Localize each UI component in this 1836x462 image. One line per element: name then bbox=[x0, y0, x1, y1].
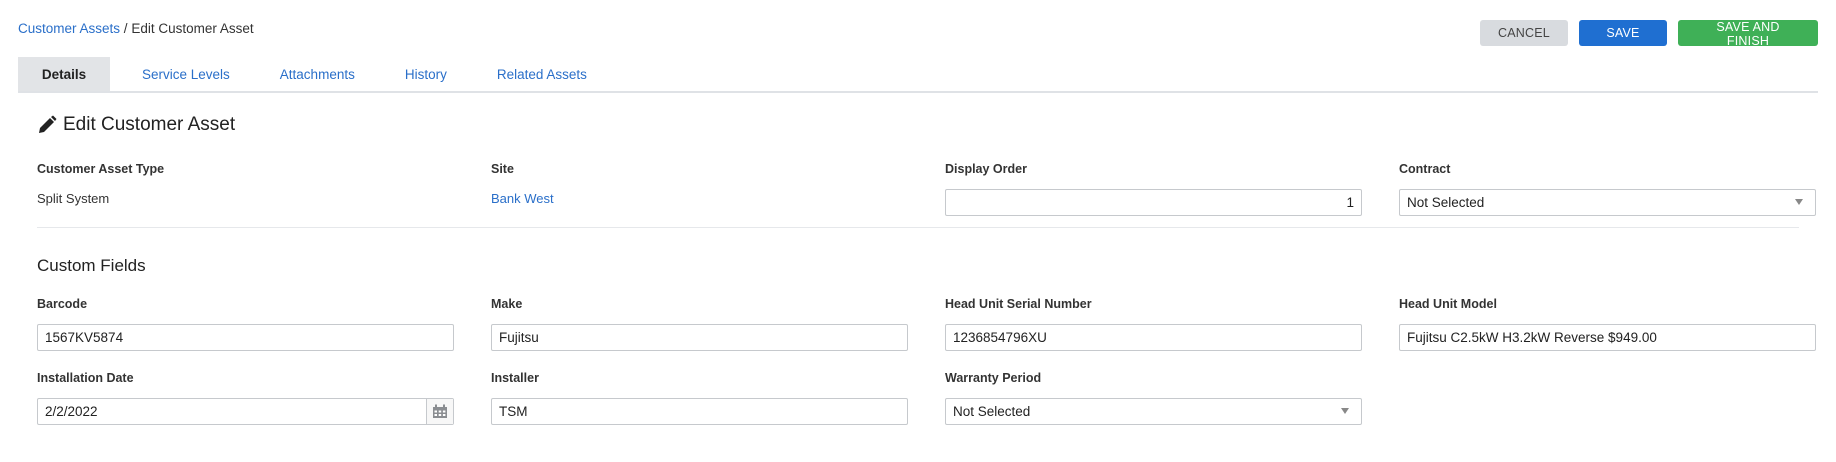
warranty-period-value: Not Selected bbox=[953, 404, 1031, 419]
save-button[interactable]: SAVE bbox=[1579, 20, 1667, 46]
tab-service-levels[interactable]: Service Levels bbox=[110, 57, 255, 91]
chevron-down-icon bbox=[1341, 408, 1349, 414]
asset-type-value: Split System bbox=[37, 191, 110, 206]
barcode-value: 1567KV5874 bbox=[45, 330, 124, 345]
barcode-label: Barcode bbox=[37, 297, 88, 311]
tab-history[interactable]: History bbox=[380, 57, 472, 91]
page-title: Edit Customer Asset bbox=[37, 114, 235, 136]
breadcrumb-current: Edit Customer Asset bbox=[131, 21, 254, 36]
asset-type-label: Customer Asset Type bbox=[37, 162, 165, 176]
warranty-period-label: Warranty Period bbox=[945, 371, 1042, 385]
barcode-input[interactable]: 1567KV5874 bbox=[37, 324, 454, 351]
installation-date-value: 2/2/2022 bbox=[45, 404, 98, 419]
tab-bar: Details Service Levels Attachments Histo… bbox=[18, 57, 1818, 93]
warranty-period-select[interactable]: Not Selected bbox=[945, 398, 1362, 425]
cancel-button[interactable]: CANCEL bbox=[1480, 20, 1568, 46]
make-input[interactable]: Fujitsu bbox=[491, 324, 908, 351]
section-divider bbox=[37, 227, 1799, 228]
display-order-label: Display Order bbox=[945, 162, 1027, 176]
serial-number-value: 1236854796XU bbox=[953, 330, 1047, 345]
head-unit-model-value: Fujitsu C2.5kW H3.2kW Reverse $949.00 bbox=[1407, 330, 1657, 345]
breadcrumb-separator: / bbox=[120, 21, 132, 36]
contract-select[interactable]: Not Selected bbox=[1399, 189, 1816, 216]
pencil-icon bbox=[39, 115, 57, 133]
head-unit-model-label: Head Unit Model bbox=[1399, 297, 1497, 311]
action-bar: CANCEL SAVE SAVE AND FINISH bbox=[1480, 20, 1818, 48]
tab-related-assets[interactable]: Related Assets bbox=[472, 57, 612, 91]
make-label: Make bbox=[491, 297, 523, 311]
contract-label: Contract bbox=[1399, 162, 1451, 176]
make-value: Fujitsu bbox=[499, 330, 539, 345]
installer-input[interactable]: TSM bbox=[491, 398, 908, 425]
contract-select-value: Not Selected bbox=[1407, 195, 1485, 210]
serial-number-input[interactable]: 1236854796XU bbox=[945, 324, 1362, 351]
site-label: Site bbox=[491, 162, 514, 176]
page-title-text: Edit Customer Asset bbox=[63, 114, 236, 135]
installation-date-label: Installation Date bbox=[37, 371, 134, 385]
chevron-down-icon bbox=[1795, 199, 1803, 205]
serial-number-label: Head Unit Serial Number bbox=[945, 297, 1092, 311]
tab-details[interactable]: Details bbox=[18, 57, 110, 91]
breadcrumb-customer-assets-link[interactable]: Customer Assets bbox=[18, 21, 120, 36]
calendar-icon bbox=[433, 404, 447, 418]
calendar-button[interactable] bbox=[426, 399, 453, 424]
installer-value: TSM bbox=[499, 404, 528, 419]
breadcrumb: Customer Assets / Edit Customer Asset bbox=[18, 21, 254, 36]
display-order-input[interactable]: 1 bbox=[945, 189, 1362, 216]
head-unit-model-input[interactable]: Fujitsu C2.5kW H3.2kW Reverse $949.00 bbox=[1399, 324, 1816, 351]
display-order-value: 1 bbox=[1346, 195, 1354, 210]
installer-label: Installer bbox=[491, 371, 539, 385]
tab-attachments[interactable]: Attachments bbox=[255, 57, 380, 91]
custom-fields-title: Custom Fields bbox=[37, 256, 146, 275]
site-link[interactable]: Bank West bbox=[491, 191, 554, 206]
save-and-finish-button[interactable]: SAVE AND FINISH bbox=[1678, 20, 1818, 48]
installation-date-input[interactable]: 2/2/2022 bbox=[37, 398, 454, 425]
